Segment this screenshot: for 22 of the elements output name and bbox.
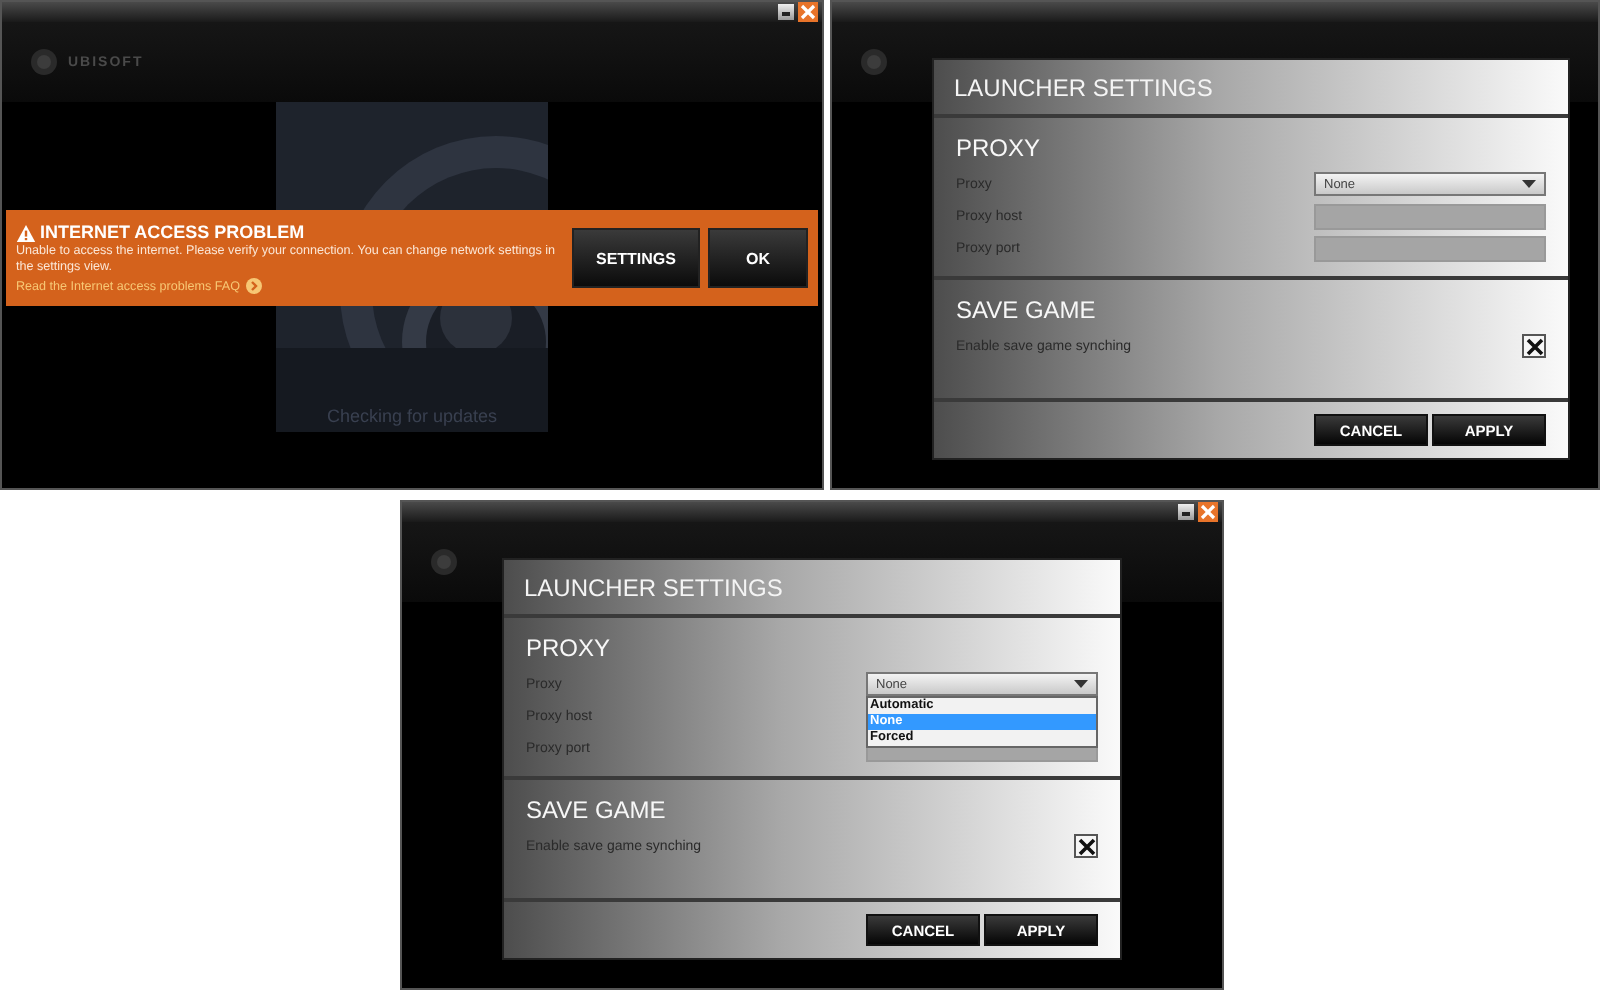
minimize-button[interactable] (1178, 504, 1194, 520)
section-heading: PROXY (956, 134, 1043, 162)
checkbox[interactable] (1074, 834, 1098, 858)
caret-icon (1074, 680, 1088, 688)
dialog-button[interactable]: OK (708, 228, 808, 288)
section-heading: SAVE GAME (956, 296, 1098, 324)
dialog-title: LAUNCHER SETTINGS (504, 560, 1120, 618)
alert-title: INTERNET ACCESS PROBLEM (40, 222, 305, 242)
section-heading: PROXY (526, 634, 613, 662)
logo-icon (860, 48, 888, 76)
checkbox[interactable] (1522, 334, 1546, 358)
warning-icon (16, 223, 36, 241)
input-field[interactable] (1314, 203, 1546, 229)
minimize-button[interactable] (778, 4, 794, 20)
section-heading: SAVE GAME (526, 796, 668, 824)
logo-icon (30, 48, 58, 76)
logo-icon (430, 548, 458, 576)
arrow-icon (246, 278, 263, 294)
caret-icon (1522, 180, 1536, 188)
dialog-title: LAUNCHER SETTINGS (934, 60, 1568, 118)
input-field[interactable] (1314, 235, 1546, 261)
dialog-button[interactable]: SETTINGS (572, 228, 700, 288)
